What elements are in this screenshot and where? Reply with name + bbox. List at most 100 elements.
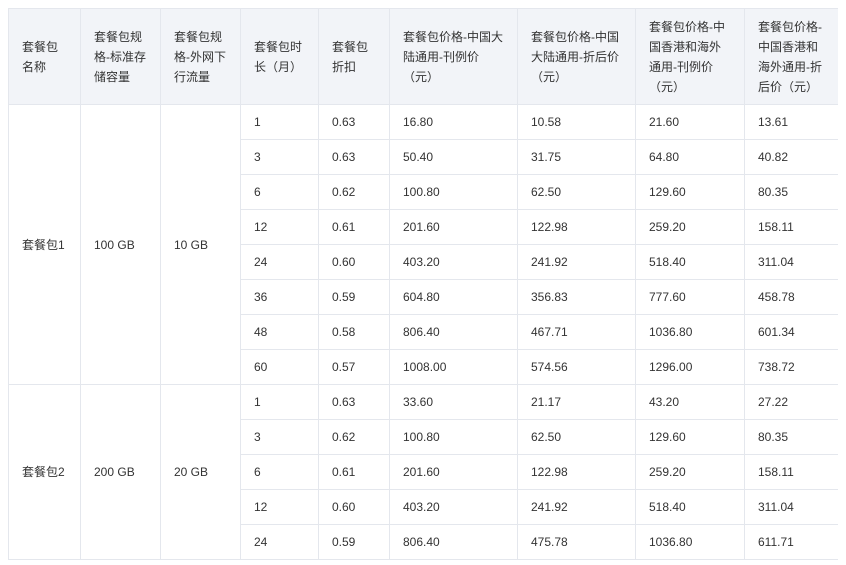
mainland-list-price-cell: 50.40 (389, 139, 518, 175)
mainland-discounted-price-cell: 574.56 (517, 349, 636, 385)
mainland-list-price-cell: 604.80 (389, 279, 518, 315)
mainland-list-price-cell: 100.80 (389, 174, 518, 210)
header-outbound-traffic: 套餐包规格-外网下行流量 (160, 8, 241, 105)
duration-cell: 48 (240, 314, 319, 350)
duration-cell: 24 (240, 524, 319, 560)
discount-cell: 0.63 (318, 384, 390, 420)
overseas-discounted-price-cell: 311.04 (744, 489, 838, 525)
outbound-traffic-cell: 20 GB (160, 384, 241, 560)
duration-cell: 12 (240, 489, 319, 525)
discount-cell: 0.60 (318, 489, 390, 525)
pricing-table-container: 套餐包名称 套餐包规格-标准存储容量 套餐包规格-外网下行流量 套餐包时长（月）… (8, 8, 838, 565)
overseas-list-price-cell: 1036.80 (635, 314, 745, 350)
mainland-list-price-cell: 201.60 (389, 209, 518, 245)
table-header: 套餐包名称 套餐包规格-标准存储容量 套餐包规格-外网下行流量 套餐包时长（月）… (8, 8, 838, 105)
header-storage-capacity: 套餐包规格-标准存储容量 (80, 8, 161, 105)
overseas-list-price-cell: 259.20 (635, 209, 745, 245)
overseas-discounted-price-cell: 611.71 (744, 524, 838, 560)
overseas-discounted-price-cell: 27.22 (744, 384, 838, 420)
overseas-list-price-cell: 518.40 (635, 244, 745, 280)
package-pricing-table: 套餐包名称 套餐包规格-标准存储容量 套餐包规格-外网下行流量 套餐包时长（月）… (8, 8, 838, 560)
storage-capacity-cell: 200 GB (80, 384, 161, 560)
mainland-list-price-cell: 100.80 (389, 419, 518, 455)
discount-cell: 0.59 (318, 524, 390, 560)
overseas-list-price-cell: 43.20 (635, 384, 745, 420)
discount-cell: 0.62 (318, 419, 390, 455)
discount-cell: 0.63 (318, 104, 390, 140)
package-name-cell: 套餐包2 (8, 384, 81, 560)
overseas-list-price-cell: 1296.00 (635, 349, 745, 385)
header-mainland-discounted-price: 套餐包价格-中国大陆通用-折后价（元） (517, 8, 636, 105)
discount-cell: 0.63 (318, 139, 390, 175)
overseas-discounted-price-cell: 158.11 (744, 454, 838, 490)
mainland-list-price-cell: 33.60 (389, 384, 518, 420)
header-row: 套餐包名称 套餐包规格-标准存储容量 套餐包规格-外网下行流量 套餐包时长（月）… (8, 8, 838, 105)
duration-cell: 1 (240, 384, 319, 420)
mainland-list-price-cell: 806.40 (389, 524, 518, 560)
duration-cell: 6 (240, 174, 319, 210)
header-overseas-list-price: 套餐包价格-中国香港和海外通用-刊例价（元） (635, 8, 745, 105)
mainland-discounted-price-cell: 241.92 (517, 244, 636, 280)
mainland-discounted-price-cell: 62.50 (517, 174, 636, 210)
discount-cell: 0.58 (318, 314, 390, 350)
mainland-discounted-price-cell: 31.75 (517, 139, 636, 175)
duration-cell: 3 (240, 139, 319, 175)
mainland-discounted-price-cell: 122.98 (517, 454, 636, 490)
discount-cell: 0.61 (318, 209, 390, 245)
duration-cell: 12 (240, 209, 319, 245)
overseas-discounted-price-cell: 80.35 (744, 419, 838, 455)
discount-cell: 0.62 (318, 174, 390, 210)
discount-cell: 0.59 (318, 279, 390, 315)
package-name-cell: 套餐包1 (8, 104, 81, 385)
mainland-list-price-cell: 201.60 (389, 454, 518, 490)
mainland-discounted-price-cell: 62.50 (517, 419, 636, 455)
overseas-list-price-cell: 518.40 (635, 489, 745, 525)
discount-cell: 0.61 (318, 454, 390, 490)
overseas-discounted-price-cell: 40.82 (744, 139, 838, 175)
discount-cell: 0.60 (318, 244, 390, 280)
overseas-list-price-cell: 129.60 (635, 419, 745, 455)
mainland-discounted-price-cell: 467.71 (517, 314, 636, 350)
duration-cell: 6 (240, 454, 319, 490)
overseas-discounted-price-cell: 158.11 (744, 209, 838, 245)
table-body: 套餐包1 100 GB 10 GB 1 0.63 16.80 10.58 21.60 13.61… (8, 104, 838, 560)
overseas-discounted-price-cell: 458.78 (744, 279, 838, 315)
table-row: 套餐包2 200 GB 20 GB 1 0.63 33.60 21.17 43.20 27.22 (8, 384, 838, 560)
outbound-traffic-cell: 10 GB (160, 104, 241, 385)
overseas-discounted-price-cell: 311.04 (744, 244, 838, 280)
mainland-discounted-price-cell: 241.92 (517, 489, 636, 525)
overseas-list-price-cell: 259.20 (635, 454, 745, 490)
mainland-discounted-price-cell: 475.78 (517, 524, 636, 560)
header-duration: 套餐包时长（月） (240, 8, 319, 105)
storage-capacity-cell: 100 GB (80, 104, 161, 385)
table-row: 套餐包1 100 GB 10 GB 1 0.63 16.80 10.58 21.60 13.61 (8, 104, 838, 385)
overseas-list-price-cell: 1036.80 (635, 524, 745, 560)
duration-cell: 1 (240, 104, 319, 140)
mainland-discounted-price-cell: 10.58 (517, 104, 636, 140)
header-mainland-list-price: 套餐包价格-中国大陆通用-刊例价（元） (389, 8, 518, 105)
overseas-discounted-price-cell: 80.35 (744, 174, 838, 210)
overseas-discounted-price-cell: 738.72 (744, 349, 838, 385)
duration-cell: 36 (240, 279, 319, 315)
mainland-discounted-price-cell: 21.17 (517, 384, 636, 420)
mainland-list-price-cell: 403.20 (389, 489, 518, 525)
header-package-name: 套餐包名称 (8, 8, 81, 105)
overseas-list-price-cell: 64.80 (635, 139, 745, 175)
header-overseas-discounted-price: 套餐包价格-中国香港和海外通用-折后价（元） (744, 8, 838, 105)
duration-cell: 60 (240, 349, 319, 385)
mainland-list-price-cell: 806.40 (389, 314, 518, 350)
overseas-list-price-cell: 777.60 (635, 279, 745, 315)
mainland-list-price-cell: 1008.00 (389, 349, 518, 385)
overseas-discounted-price-cell: 13.61 (744, 104, 838, 140)
discount-cell: 0.57 (318, 349, 390, 385)
overseas-discounted-price-cell: 601.34 (744, 314, 838, 350)
mainland-discounted-price-cell: 122.98 (517, 209, 636, 245)
mainland-list-price-cell: 403.20 (389, 244, 518, 280)
mainland-list-price-cell: 16.80 (389, 104, 518, 140)
duration-cell: 24 (240, 244, 319, 280)
header-discount: 套餐包折扣 (318, 8, 390, 105)
overseas-list-price-cell: 21.60 (635, 104, 745, 140)
duration-cell: 3 (240, 419, 319, 455)
mainland-discounted-price-cell: 356.83 (517, 279, 636, 315)
overseas-list-price-cell: 129.60 (635, 174, 745, 210)
